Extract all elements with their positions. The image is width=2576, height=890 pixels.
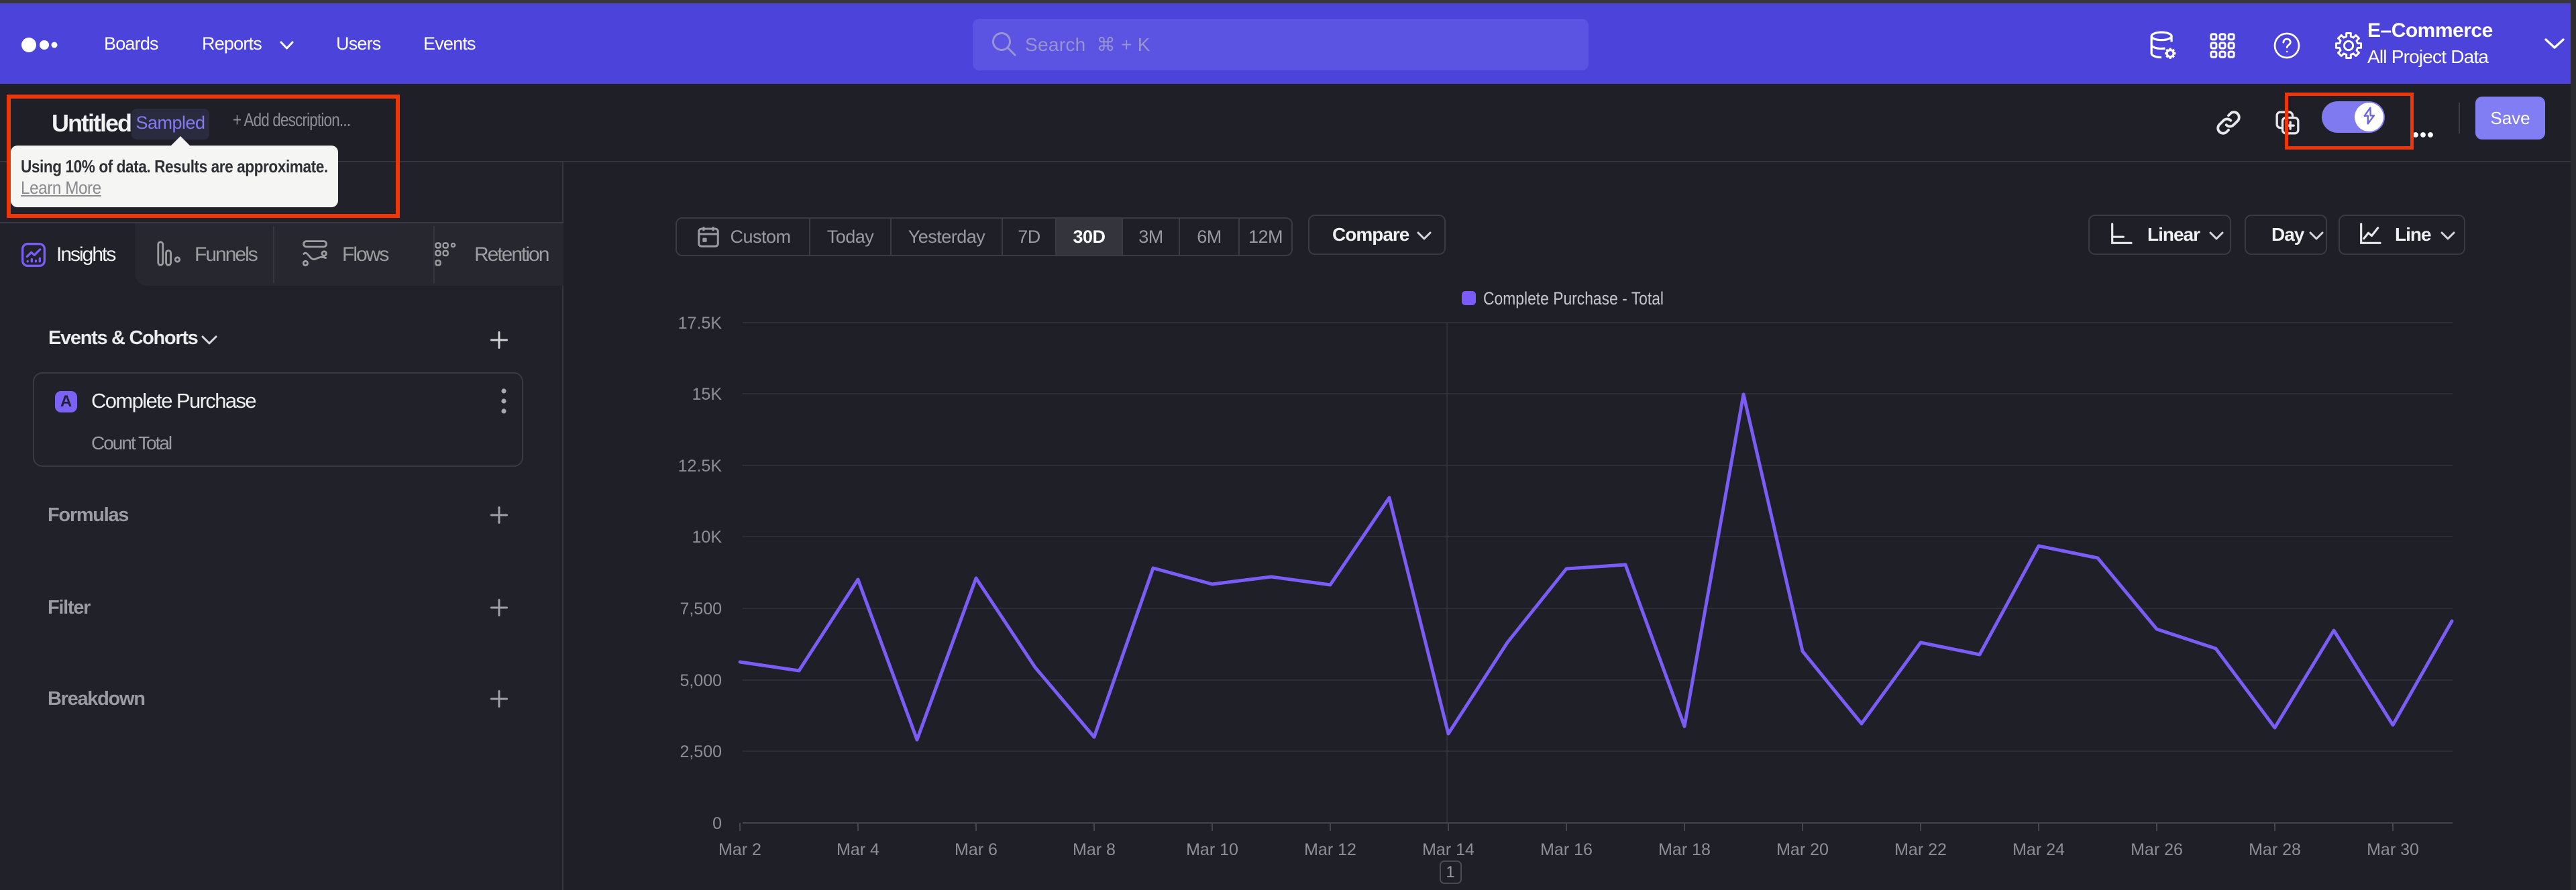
svg-text:Mar 18: Mar 18 xyxy=(1658,840,1711,859)
svg-text:Mar 12: Mar 12 xyxy=(1304,840,1356,859)
svg-text:Mar 26: Mar 26 xyxy=(2131,840,2183,859)
svg-text:2,500: 2,500 xyxy=(680,742,722,761)
svg-text:7,500: 7,500 xyxy=(680,600,722,618)
svg-text:Mar 20: Mar 20 xyxy=(1776,840,1829,859)
svg-text:12.5K: 12.5K xyxy=(678,457,722,476)
svg-text:Mar 22: Mar 22 xyxy=(1894,840,1947,859)
svg-text:0: 0 xyxy=(712,814,722,833)
svg-text:Mar 14: Mar 14 xyxy=(1422,840,1474,859)
svg-text:Mar 16: Mar 16 xyxy=(1540,840,1593,859)
svg-text:Mar 4: Mar 4 xyxy=(837,840,879,859)
svg-text:15K: 15K xyxy=(692,385,722,404)
svg-text:5,000: 5,000 xyxy=(680,671,722,690)
svg-text:Mar 24: Mar 24 xyxy=(2012,840,2065,859)
svg-text:10K: 10K xyxy=(692,528,722,547)
svg-text:1: 1 xyxy=(1446,863,1454,881)
svg-text:Mar 30: Mar 30 xyxy=(2367,840,2419,859)
svg-text:Mar 6: Mar 6 xyxy=(955,840,998,859)
svg-text:Mar 8: Mar 8 xyxy=(1073,840,1116,859)
svg-text:Mar 28: Mar 28 xyxy=(2249,840,2301,859)
svg-text:Mar 10: Mar 10 xyxy=(1186,840,1238,859)
svg-text:17.5K: 17.5K xyxy=(678,314,722,333)
svg-text:Complete Purchase - Total: Complete Purchase - Total xyxy=(1483,288,1664,309)
svg-text:Mar 2: Mar 2 xyxy=(718,840,761,859)
